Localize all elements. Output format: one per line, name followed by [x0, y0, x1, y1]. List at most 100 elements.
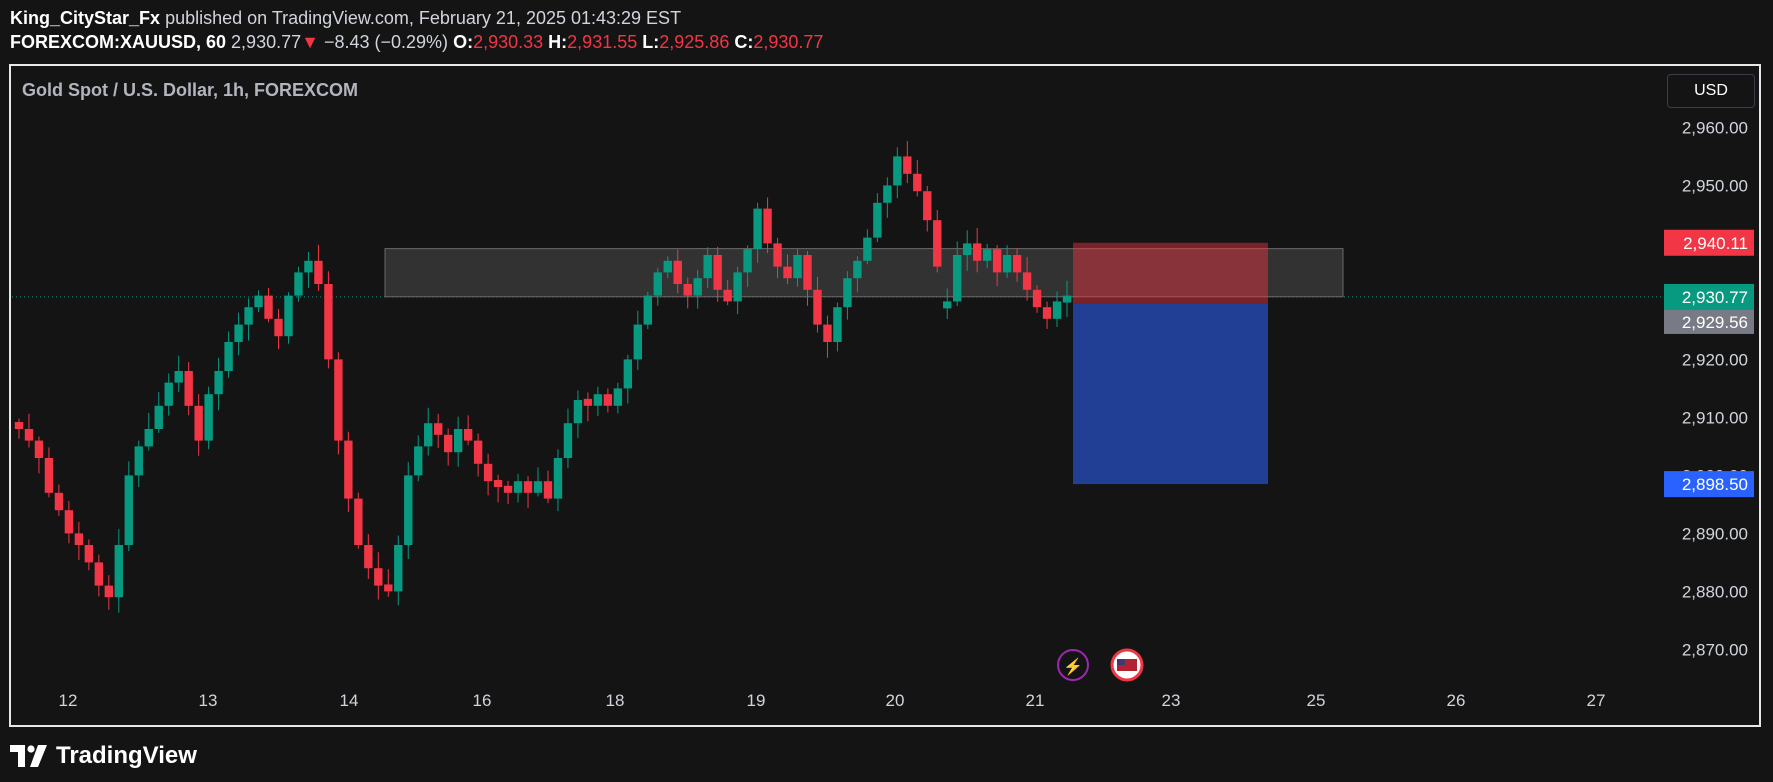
- candle-body[interactable]: [763, 208, 772, 244]
- candle-body[interactable]: [683, 284, 692, 296]
- candle-body[interactable]: [593, 394, 603, 406]
- candle-body[interactable]: [224, 342, 233, 371]
- candle-body[interactable]: [473, 440, 483, 464]
- candle-body[interactable]: [1052, 301, 1062, 319]
- candle-body[interactable]: [254, 295, 263, 308]
- candle-body[interactable]: [414, 446, 423, 476]
- candle-body[interactable]: [953, 255, 962, 302]
- candle-body[interactable]: [513, 481, 523, 493]
- candle-body[interactable]: [943, 301, 952, 309]
- candle-body[interactable]: [623, 359, 633, 389]
- tradingview-logo[interactable]: TradingView: [10, 742, 197, 770]
- candle-body[interactable]: [963, 243, 972, 255]
- candle-body[interactable]: [823, 324, 832, 342]
- candle-body[interactable]: [1012, 255, 1022, 273]
- candle-body[interactable]: [214, 371, 223, 395]
- candle-body[interactable]: [673, 260, 682, 284]
- candle-body[interactable]: [124, 475, 133, 545]
- candle-body[interactable]: [154, 405, 163, 429]
- currency-button[interactable]: USD: [1667, 74, 1755, 108]
- candle-body[interactable]: [134, 446, 143, 476]
- candle-body[interactable]: [853, 260, 862, 279]
- candle-body[interactable]: [573, 400, 583, 424]
- candle-body[interactable]: [434, 423, 443, 435]
- candle-body[interactable]: [284, 295, 293, 337]
- candle-body[interactable]: [553, 458, 563, 499]
- candle-body[interactable]: [863, 237, 872, 261]
- candle-body[interactable]: [663, 260, 672, 273]
- candle-body[interactable]: [563, 423, 573, 458]
- candle-body[interactable]: [703, 255, 712, 279]
- candle-body[interactable]: [34, 440, 44, 458]
- candle-body[interactable]: [723, 289, 732, 302]
- price-chart[interactable]: 2,960.002,950.002,940.002,930.002,920.00…: [0, 0, 1773, 782]
- candle-body[interactable]: [54, 492, 64, 511]
- candle-body[interactable]: [1032, 289, 1042, 308]
- candle-body[interactable]: [653, 272, 662, 296]
- candle-body[interactable]: [324, 284, 333, 360]
- candle-body[interactable]: [813, 289, 822, 325]
- candle-body[interactable]: [384, 584, 393, 592]
- candle-body[interactable]: [424, 423, 433, 447]
- candle-body[interactable]: [483, 463, 493, 482]
- candle-body[interactable]: [144, 429, 153, 447]
- candle-body[interactable]: [493, 480, 503, 487]
- candle-body[interactable]: [104, 585, 114, 598]
- candle-body[interactable]: [314, 260, 323, 284]
- candle-body[interactable]: [114, 545, 123, 598]
- candle-body[interactable]: [94, 562, 104, 586]
- candle-body[interactable]: [833, 307, 842, 342]
- candle-body[interactable]: [14, 422, 24, 429]
- candle-body[interactable]: [523, 481, 533, 493]
- candle-body[interactable]: [1042, 307, 1052, 319]
- candle-body[interactable]: [793, 255, 802, 279]
- candle-body[interactable]: [443, 434, 453, 453]
- candle-body[interactable]: [1002, 255, 1012, 273]
- candle-body[interactable]: [64, 510, 74, 534]
- candle-body[interactable]: [304, 260, 313, 273]
- candle-body[interactable]: [753, 208, 762, 250]
- candle-body[interactable]: [893, 156, 902, 186]
- candle-body[interactable]: [982, 249, 992, 261]
- candle-body[interactable]: [583, 398, 593, 406]
- take-profit-zone[interactable]: [1073, 303, 1268, 485]
- candle-body[interactable]: [883, 185, 892, 203]
- candle-body[interactable]: [543, 481, 553, 499]
- candle-body[interactable]: [184, 371, 193, 406]
- candle-body[interactable]: [334, 359, 343, 441]
- candle-body[interactable]: [503, 485, 513, 493]
- candle-body[interactable]: [463, 429, 473, 441]
- candle-body[interactable]: [803, 255, 812, 290]
- candle-body[interactable]: [713, 255, 722, 290]
- candle-body[interactable]: [364, 545, 373, 569]
- candle-body[interactable]: [773, 243, 782, 267]
- candle-body[interactable]: [274, 318, 283, 337]
- candle-body[interactable]: [394, 545, 403, 592]
- candle-body[interactable]: [992, 249, 1002, 273]
- candle-body[interactable]: [643, 295, 652, 325]
- stop-loss-zone[interactable]: [1073, 242, 1268, 304]
- candle-body[interactable]: [743, 249, 752, 273]
- candle-body[interactable]: [923, 191, 932, 221]
- candle-body[interactable]: [1062, 295, 1072, 303]
- candle-body[interactable]: [533, 481, 543, 493]
- candle-body[interactable]: [24, 429, 34, 441]
- candle-body[interactable]: [174, 371, 183, 383]
- candle-body[interactable]: [733, 272, 742, 302]
- candle-body[interactable]: [783, 266, 792, 279]
- candle-body[interactable]: [1022, 272, 1032, 290]
- candle-body[interactable]: [234, 324, 243, 342]
- candle-body[interactable]: [873, 202, 882, 238]
- candle-body[interactable]: [294, 272, 303, 296]
- candle-body[interactable]: [84, 545, 94, 563]
- candle-body[interactable]: [344, 440, 353, 499]
- candle-body[interactable]: [194, 405, 203, 441]
- candle-body[interactable]: [913, 173, 922, 192]
- candle-body[interactable]: [404, 475, 413, 545]
- candle-body[interactable]: [354, 498, 363, 545]
- candle-body[interactable]: [613, 388, 623, 406]
- candle-body[interactable]: [453, 429, 463, 453]
- candle-body[interactable]: [244, 307, 253, 325]
- candle-body[interactable]: [843, 278, 852, 308]
- candle-body[interactable]: [374, 568, 383, 586]
